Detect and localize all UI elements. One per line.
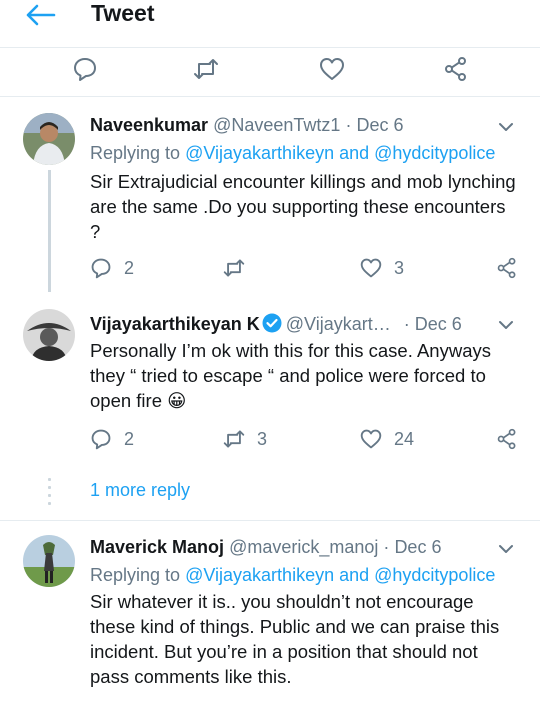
share-icon [497, 428, 516, 450]
like-icon [360, 258, 382, 278]
header: Tweet [0, 0, 540, 44]
retweet-icon[interactable] [193, 56, 219, 82]
tweet-date[interactable]: Dec 6 [356, 115, 403, 135]
like-icon[interactable] [319, 56, 345, 82]
thread-dots [48, 478, 51, 508]
separator-dot: · [403, 314, 410, 334]
replying-to: Replying to @Vijayakarthikeyn and @hydci… [90, 143, 495, 164]
tweet-actions: 2 3 [90, 257, 520, 283]
like-action[interactable]: 3 [360, 257, 404, 279]
replying-to-label: Replying to [90, 565, 181, 585]
like-count: 24 [394, 428, 415, 449]
tweet-text: Sir whatever it is.. you shouldn’t not e… [90, 591, 500, 687]
tweet-text: Personally I’m ok with this for this cas… [90, 340, 491, 411]
tweet-header: Naveenkumar @NaveenTwtz1 · Dec 6 [90, 115, 403, 136]
username[interactable]: @Vijaykart… [286, 314, 391, 334]
reply-icon [91, 258, 111, 279]
username[interactable]: @NaveenTwtz1 [213, 115, 340, 135]
reply-count: 2 [124, 428, 135, 449]
retweet-icon [223, 259, 245, 277]
more-replies-link[interactable]: 1 more reply [90, 480, 190, 501]
display-name[interactable]: Naveenkumar [90, 115, 208, 135]
reply-icon[interactable] [72, 56, 98, 82]
share-icon[interactable] [443, 56, 469, 82]
reply-action[interactable]: 2 [90, 257, 134, 279]
verified-badge-icon [262, 313, 282, 333]
share-action[interactable] [496, 428, 518, 450]
replying-to-label: Replying to [90, 143, 181, 163]
main-tweet-actions [0, 47, 540, 97]
retweet-icon [223, 430, 245, 448]
share-icon [497, 257, 516, 279]
tweet-text: Sir Extrajudicial encounter killings and… [90, 171, 516, 242]
thread-line [48, 170, 51, 292]
separator-dot: · [345, 115, 352, 135]
chevron-down-icon[interactable] [498, 544, 514, 554]
tweet-date[interactable]: Dec 6 [394, 537, 441, 557]
like-count: 3 [394, 257, 405, 278]
display-name[interactable]: Maverick Manoj [90, 537, 224, 557]
reply-icon [91, 429, 111, 450]
page-title: Tweet [91, 0, 155, 26]
back-arrow-icon[interactable] [26, 4, 56, 26]
retweet-action[interactable]: 3 [223, 428, 267, 450]
replying-to-users[interactable]: @Vijayakarthikeyn and @hydcitypolice [185, 143, 495, 163]
tweet-header: Maverick Manoj @maverick_manoj · Dec 6 [90, 537, 441, 558]
avatar[interactable] [23, 113, 75, 165]
display-name[interactable]: Vijayakarthikeyan K [90, 314, 260, 334]
retweet-action[interactable] [223, 257, 257, 279]
chevron-down-icon[interactable] [498, 320, 514, 330]
divider [0, 520, 540, 521]
share-action[interactable] [496, 257, 518, 279]
avatar[interactable] [23, 309, 75, 361]
like-action[interactable]: 24 [360, 428, 414, 450]
retweet-count: 3 [257, 428, 268, 449]
reply-action[interactable]: 2 [90, 428, 134, 450]
avatar[interactable] [23, 535, 75, 587]
tweet-date[interactable]: Dec 6 [415, 314, 462, 334]
reply-count: 2 [124, 257, 135, 278]
replying-to-users[interactable]: @Vijayakarthikeyn and @hydcitypolice [185, 565, 495, 585]
tweet-header: Vijayakarthikeyan K @Vijaykart… · Dec 6 [90, 313, 462, 335]
chevron-down-icon[interactable] [498, 122, 514, 132]
replying-to: Replying to @Vijayakarthikeyn and @hydci… [90, 565, 495, 586]
username[interactable]: @maverick_manoj [229, 537, 378, 557]
tweet-actions: 2 3 24 [90, 428, 520, 454]
like-icon [360, 429, 382, 449]
separator-dot: · [383, 537, 390, 557]
